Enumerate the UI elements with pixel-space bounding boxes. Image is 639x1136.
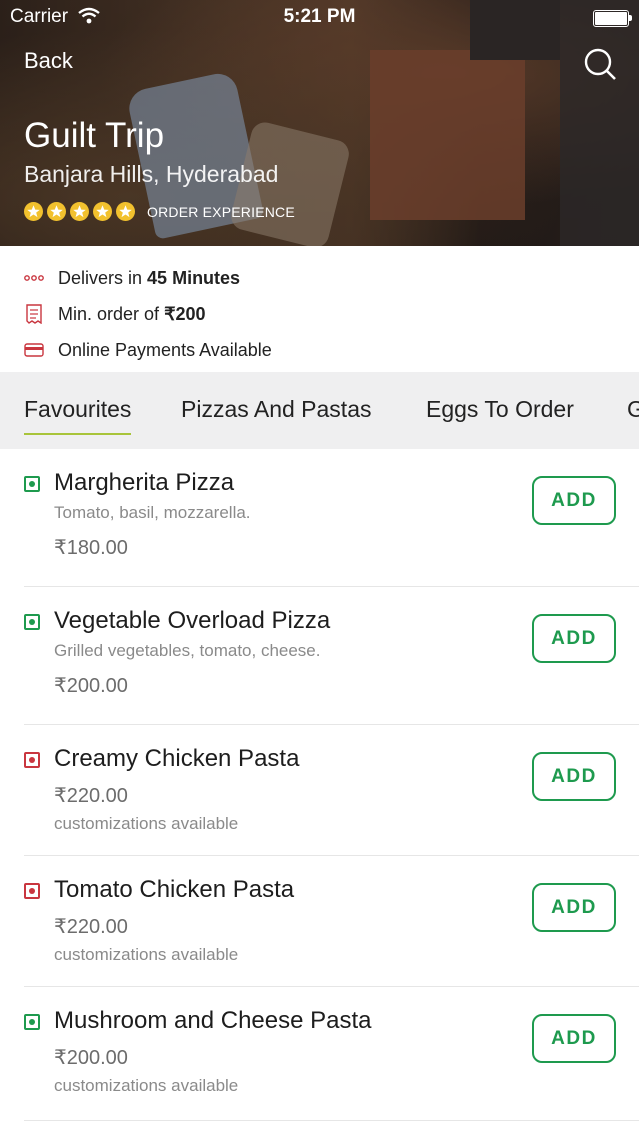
back-button[interactable]: Back — [24, 48, 73, 74]
menu-item: Creamy Chicken Pasta ₹220.00 customizati… — [24, 725, 639, 856]
item-description: Grilled vegetables, tomato, cheese. — [54, 641, 321, 660]
card-icon — [24, 343, 44, 357]
veg-icon — [24, 614, 40, 630]
category-tabs: Favourites Pizzas And Pastas Eggs To Ord… — [0, 372, 639, 449]
add-button[interactable]: ADD — [532, 883, 616, 932]
tab-pizzas-and-pastas[interactable]: Pizzas And Pastas — [181, 396, 372, 423]
min-order-value: ₹200 — [164, 303, 206, 324]
min-order-prefix: Min. order of — [58, 303, 160, 324]
menu-item: Tomato Chicken Pasta ₹220.00 customizati… — [24, 856, 639, 987]
add-button[interactable]: ADD — [532, 614, 616, 663]
star-icon — [24, 202, 43, 221]
restaurant-name: Guilt Trip — [24, 116, 165, 155]
payments-row: Online Payments Available — [24, 332, 615, 368]
item-price: ₹200.00 — [54, 1047, 128, 1069]
hero-background-shape — [560, 0, 639, 246]
tab-favourites[interactable]: Favourites — [24, 396, 132, 435]
customization-note: customizations available — [54, 1076, 239, 1095]
item-name: Margherita Pizza — [54, 469, 235, 496]
non-veg-icon — [24, 752, 40, 768]
customization-note: customizations available — [54, 814, 239, 833]
delivery-prefix: Delivers in — [58, 267, 143, 288]
menu-item: Mushroom and Cheese Pasta ₹200.00 custom… — [24, 987, 639, 1121]
clock: 5:21 PM — [283, 6, 356, 27]
tab-eggs-to-order[interactable]: Eggs To Order — [426, 396, 574, 423]
search-icon[interactable] — [584, 48, 616, 80]
star-icon — [70, 202, 89, 221]
battery-icon — [593, 10, 632, 27]
item-name: Creamy Chicken Pasta — [54, 745, 300, 772]
item-name: Vegetable Overload Pizza — [54, 607, 331, 634]
hero-background — [370, 50, 525, 220]
star-icon — [47, 202, 66, 221]
min-order-row: Min. order of ₹200 — [24, 296, 615, 332]
item-price: ₹200.00 — [54, 675, 128, 697]
item-price: ₹180.00 — [54, 537, 128, 559]
restaurant-location: Banjara Hills, Hyderabad — [24, 161, 279, 187]
item-price: ₹220.00 — [54, 916, 128, 938]
add-button[interactable]: ADD — [532, 1014, 616, 1063]
veg-icon — [24, 476, 40, 492]
status-bar: Carrier 5:21 PM — [0, 0, 639, 34]
dots-icon — [24, 274, 44, 282]
customization-note: customizations available — [54, 945, 239, 964]
delivery-time: 45 Minutes — [147, 267, 241, 288]
add-button[interactable]: ADD — [532, 752, 616, 801]
tab-next[interactable]: G — [627, 396, 639, 423]
menu-item: Vegetable Overload Pizza Grilled vegetab… — [24, 587, 639, 725]
item-name: Tomato Chicken Pasta — [54, 876, 295, 903]
star-icon — [93, 202, 112, 221]
veg-icon — [24, 1014, 40, 1030]
add-button[interactable]: ADD — [532, 476, 616, 525]
restaurant-info: Delivers in 45 Minutes Min. order of ₹20… — [0, 246, 639, 360]
non-veg-icon — [24, 883, 40, 899]
item-name: Mushroom and Cheese Pasta — [54, 1007, 372, 1034]
menu-list: Margherita Pizza Tomato, basil, mozzarel… — [0, 449, 639, 1121]
payments-label: Online Payments Available — [58, 339, 272, 360]
rating-label: ORDER EXPERIENCE — [147, 203, 295, 220]
restaurant-header: Carrier 5:21 PM Back Guilt Trip Banjara … — [0, 0, 639, 246]
item-description: Tomato, basil, mozzarella. — [54, 503, 251, 522]
menu-item: Margherita Pizza Tomato, basil, mozzarel… — [24, 449, 639, 587]
star-icon — [116, 202, 135, 221]
rating: ORDER EXPERIENCE — [24, 202, 295, 221]
delivery-time-row: Delivers in 45 Minutes — [24, 260, 615, 296]
item-price: ₹220.00 — [54, 785, 128, 807]
receipt-icon — [24, 304, 44, 324]
